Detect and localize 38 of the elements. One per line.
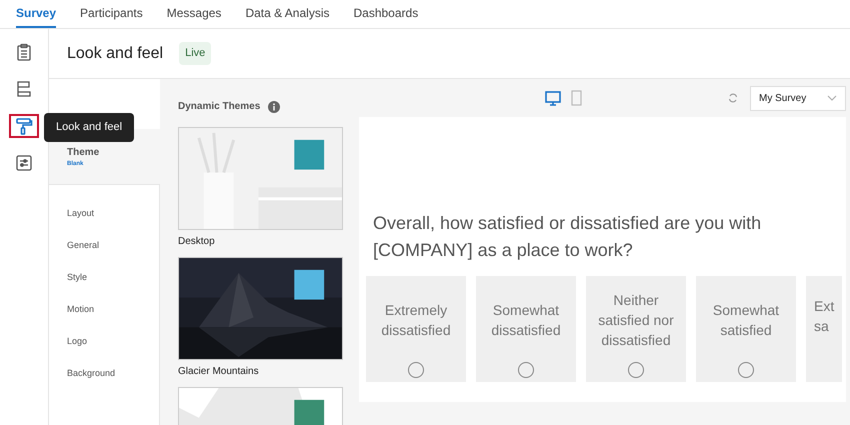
settings-item[interactable]: Style: [67, 271, 141, 284]
question-text: Overall, how satisfied or dissatisfied are you with [COMPANY] as a place to work?: [372, 212, 762, 262]
nav-tab[interactable]: Data & Analysis: [245, 0, 330, 28]
answer-option[interactable]: Neither satisfied nor dissatisfied: [586, 276, 686, 382]
theme-label: Theme: [67, 146, 100, 160]
refresh-icon[interactable]: [728, 93, 738, 103]
nav-tab[interactable]: Dashboards: [353, 0, 418, 28]
settings-item[interactable]: Logo: [67, 335, 141, 348]
blocks-icon: [15, 80, 33, 98]
status-badge: Live: [179, 42, 212, 65]
settings-item[interactable]: General: [67, 239, 141, 252]
nav-tab[interactable]: Participants: [80, 0, 143, 28]
page-title: Look and feel: [67, 44, 164, 64]
answer-option[interactable]: Somewhat satisfied: [696, 276, 796, 382]
desktop-view-button[interactable]: [545, 90, 561, 106]
tooltip: Look and feel: [44, 113, 134, 142]
clipboard-icon: [15, 43, 33, 61]
nav-tab[interactable]: Survey: [16, 0, 56, 28]
settings-icon: [15, 154, 33, 172]
survey-select[interactable]: My Survey: [750, 86, 846, 110]
answer-option[interactable]: Somewhat dissatisfied: [476, 276, 576, 382]
paint-roller-icon: [15, 117, 33, 135]
settings-item[interactable]: Layout: [67, 207, 141, 220]
settings-item[interactable]: Background: [67, 367, 141, 380]
radio-button[interactable]: [518, 362, 534, 378]
radio-button[interactable]: [408, 362, 424, 378]
theme-name: Desktop: [178, 235, 216, 249]
settings-item[interactable]: Motion: [67, 303, 141, 316]
answer-option[interactable]: Ext sa: [806, 276, 842, 382]
radio-button[interactable]: [628, 362, 644, 378]
rail-button[interactable]: [9, 114, 39, 138]
section-heading: Dynamic Themes: [178, 100, 260, 114]
nav-tab[interactable]: Messages: [166, 0, 222, 28]
chevron-down-icon: [827, 95, 837, 101]
answer-option[interactable]: Extremely dissatisfied: [366, 276, 466, 382]
radio-button[interactable]: [738, 362, 754, 378]
info-icon: [268, 100, 280, 112]
theme-name: Glacier Mountains: [178, 365, 260, 379]
